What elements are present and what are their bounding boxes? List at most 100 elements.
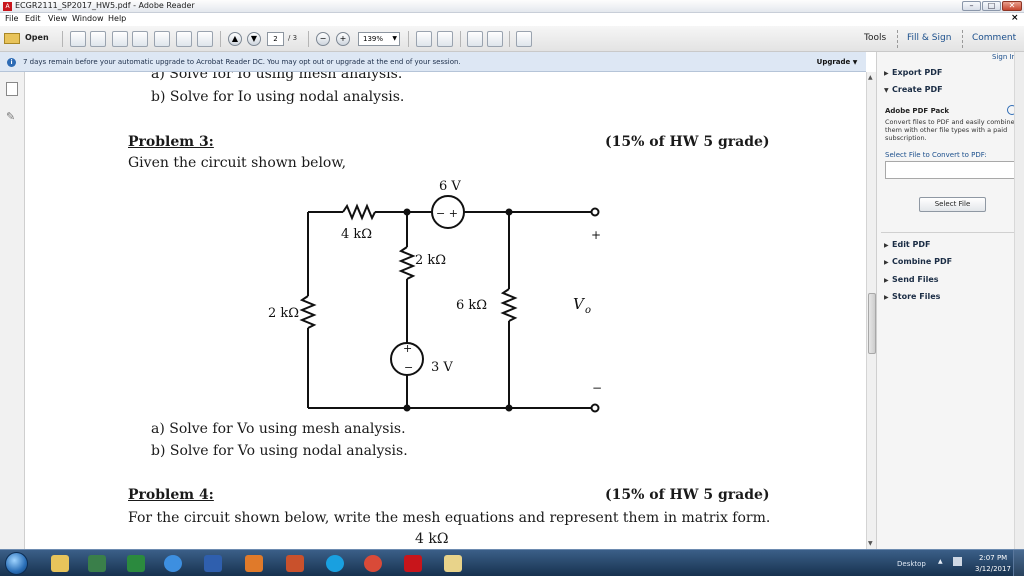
desktop-toolbar-label[interactable]: Desktop [897,560,926,568]
close-window-button[interactable]: ✕ [1002,1,1022,11]
resistor-2k-left-label: 2 kΩ [268,306,299,321]
menu-window[interactable]: Window [72,14,104,23]
folder-icon [4,33,20,44]
comment-link[interactable]: Comment [972,33,1016,43]
adobe-reader-icon: A [3,2,12,11]
media-center-icon[interactable] [88,555,106,572]
chevron-right-icon: ▶ [884,277,889,284]
export-pdf-section[interactable]: ▶ Export PDF [884,68,942,77]
print-icon[interactable] [176,31,192,47]
zoom-in-button[interactable]: + [336,32,350,46]
highlight-icon[interactable] [487,31,503,47]
share-icon[interactable] [132,31,148,47]
vo-minus-terminal: − [592,381,602,395]
zoom-select[interactable]: 139% ▼ [358,32,400,46]
chevron-down-icon: ▼ [852,59,858,66]
menu-view[interactable]: View [48,14,67,23]
store-files-label: Store Files [892,292,941,301]
combine-icon[interactable] [90,31,106,47]
toolbar-separator [308,31,309,47]
create-pdf-label: Create PDF [892,85,943,94]
source-3v-label: 3 V [431,360,453,375]
internet-explorer-icon[interactable] [164,555,182,572]
menu-bar: File Edit View Window Help × [0,13,1024,26]
previous-page-button[interactable]: ▲ [228,32,242,46]
scroll-up-icon[interactable]: ▲ [868,74,873,81]
clock-date[interactable]: 3/12/2017 [975,565,1011,573]
maximize-button[interactable]: □ [982,1,1001,11]
tools-link[interactable]: Tools [864,33,886,43]
next-page-button[interactable]: ▼ [247,32,261,46]
source-3v-minus: − [404,361,413,374]
edit-pdf-section[interactable]: ▶ Edit PDF [884,240,931,249]
tools-pane-scrollbar[interactable] [1014,52,1024,549]
toolbar-separator [897,30,898,48]
select-file-label: Select File to Convert to PDF: [885,151,987,159]
email-icon[interactable] [197,31,213,47]
toolbar: Open ▲ ▼ 2 / 3 − + 139% ▼ Tools Fill & S… [0,26,1024,52]
question-a-mesh-vo: a) Solve for Vo using mesh analysis. [151,421,406,437]
show-desktop-button[interactable] [1013,550,1024,576]
source-3v-plus: + [403,342,412,355]
document-view[interactable]: a) Solve for Io using mesh analysis. b) … [25,72,866,549]
adobe-reader-icon[interactable] [404,555,422,572]
file-explorer-icon[interactable] [51,555,69,572]
minimize-button[interactable]: – [962,1,981,11]
scroll-down-icon[interactable]: ▼ [868,540,873,547]
close-document-button[interactable]: × [1011,13,1019,23]
taskbar: Desktop ▲ 2:07 PM 3/12/2017 [0,549,1024,576]
save-icon[interactable] [154,31,170,47]
open-label: Open [25,33,49,42]
scrollbar-thumb[interactable] [868,293,876,354]
sticky-note-icon[interactable] [467,31,483,47]
fit-width-icon[interactable] [437,31,453,47]
menu-edit[interactable]: Edit [25,14,41,23]
powerpoint-icon[interactable] [286,555,304,572]
open-button[interactable]: Open [4,31,54,47]
select-file-button[interactable]: Select File [919,197,986,212]
vo-plus-terminal: + [591,228,601,242]
word-icon[interactable] [204,555,222,572]
problem-4-text: For the circuit shown below, write the m… [128,510,771,526]
sign-in-link[interactable]: Sign In [992,53,1016,61]
store-files-section[interactable]: ▶ Store Files [884,292,940,301]
fit-page-icon[interactable] [416,31,432,47]
mail-icon[interactable] [444,555,462,572]
chevron-down-icon: ▼ [884,87,889,94]
fill-sign-link[interactable]: Fill & Sign [907,33,951,43]
send-files-label: Send Files [892,275,939,284]
network-icon[interactable] [953,557,962,566]
upgrade-button[interactable]: Upgrade ▼ [814,56,860,69]
create-pdf-icon[interactable] [70,31,86,47]
toolbar-separator [408,31,409,47]
sign-icon[interactable] [516,31,532,47]
send-files-section[interactable]: ▶ Send Files [884,275,939,284]
page-number-input[interactable]: 2 [267,32,284,46]
toolbar-separator [62,31,63,47]
menu-help[interactable]: Help [108,14,126,23]
zoom-out-button[interactable]: − [316,32,330,46]
tray-expand-icon[interactable]: ▲ [938,558,943,565]
selected-file-field[interactable] [885,161,1018,179]
excel-icon[interactable] [127,555,145,572]
chevron-right-icon: ▶ [884,242,889,249]
page-thumbnails-icon[interactable] [6,82,18,96]
signature-pen-icon[interactable]: ✎ [6,110,18,124]
export-pdf-label: Export PDF [892,68,943,77]
start-button[interactable] [5,552,28,575]
chrome-icon[interactable] [364,555,382,572]
edit-icon[interactable] [112,31,128,47]
left-navigation-pane: ✎ [0,72,25,549]
problem-4-heading: Problem 4: [128,487,214,503]
clock-time[interactable]: 2:07 PM [979,554,1007,562]
info-icon: i [7,58,16,67]
toolbar-separator [220,31,221,47]
combine-pdf-section[interactable]: ▶ Combine PDF [884,257,952,266]
outlook-icon[interactable] [245,555,263,572]
source-6v-polarity: − + [436,207,458,220]
document-scrollbar[interactable]: ▲ ▼ [866,72,876,549]
create-pdf-section[interactable]: ▼ Create PDF [884,85,943,94]
upgrade-notice-bar: i 7 days remain before your automatic up… [0,52,866,72]
menu-file[interactable]: File [5,14,18,23]
skype-icon[interactable] [326,555,344,572]
